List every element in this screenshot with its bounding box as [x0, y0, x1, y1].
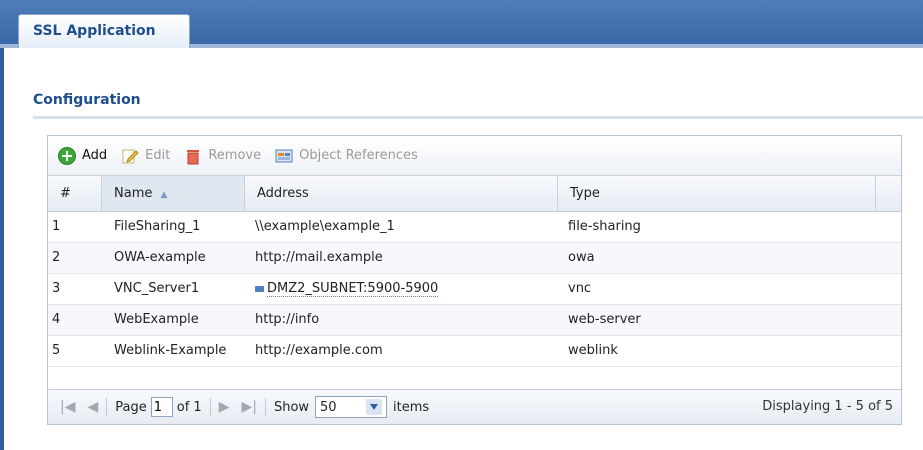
add-icon — [58, 146, 76, 165]
row-type: file-sharing — [568, 219, 641, 234]
row-name: VNC_Server1 — [114, 281, 200, 296]
row-address: http://info — [255, 312, 320, 327]
add-label: Add — [82, 148, 108, 163]
row-name: FileSharing_1 — [114, 219, 201, 234]
display-count: Displaying 1 - 5 of 5 — [762, 399, 893, 414]
pagination-bar: |◀ ◀ Page of 1 ▶ ▶| Show 50 items Displa… — [48, 389, 901, 424]
row-address: \\example\example_1 — [255, 219, 395, 234]
table-row[interactable]: 3 VNC_Server1 DMZ2_SUBNET:5900-5900 vnc — [48, 274, 901, 305]
address-object-icon — [255, 285, 264, 292]
row-type: vnc — [568, 281, 592, 296]
add-button[interactable]: Add — [58, 146, 108, 165]
last-page-icon[interactable]: ▶| — [241, 399, 256, 415]
row-address: http://example.com — [255, 343, 383, 358]
page-count-label: of 1 — [176, 399, 202, 415]
table-body: 1 FileSharing_1 \\example\example_1 file… — [48, 212, 901, 367]
ssl-application-panel: Add Edit Remove Object References # Name… — [47, 135, 902, 425]
tab-bar: SSL Application — [0, 0, 923, 48]
previous-page-icon[interactable]: ◀ — [87, 399, 98, 415]
edit-button[interactable]: Edit — [121, 147, 170, 165]
chevron-down-icon — [366, 399, 383, 415]
object-references-button[interactable]: Object References — [275, 147, 418, 165]
row-number: 2 — [52, 250, 61, 265]
tab-ssl-application[interactable]: SSL Application — [18, 14, 190, 48]
page-size-value: 50 — [320, 399, 337, 415]
items-label: items — [393, 399, 430, 415]
row-number: 5 — [52, 343, 61, 358]
row-address-reference[interactable]: DMZ2_SUBNET:5900-5900 — [255, 274, 439, 304]
column-header-number-label: # — [60, 186, 71, 201]
row-type: web-server — [568, 312, 641, 327]
column-header-type-label: Type — [570, 186, 600, 201]
edit-icon — [121, 147, 139, 165]
row-name: WebExample — [114, 312, 199, 327]
row-address: http://mail.example — [255, 250, 383, 265]
column-header-name[interactable]: Name ▲ — [102, 176, 245, 211]
column-header-address-label: Address — [257, 186, 309, 201]
table-row[interactable]: 1 FileSharing_1 \\example\example_1 file… — [48, 212, 901, 243]
row-name: Weblink-Example — [114, 343, 227, 358]
row-type: weblink — [568, 343, 618, 358]
pager-separator — [209, 398, 211, 416]
section-divider — [33, 116, 923, 119]
show-label: Show — [273, 399, 310, 415]
next-page-icon[interactable]: ▶ — [219, 399, 230, 415]
table-header: # Name ▲ Address Type — [48, 176, 901, 212]
table-row[interactable]: 2 OWA-example http://mail.example owa — [48, 243, 901, 274]
row-name: OWA-example — [114, 250, 206, 265]
table-row[interactable]: 5 Weblink-Example http://example.com web… — [48, 336, 901, 367]
edit-label: Edit — [145, 148, 171, 163]
pager-separator — [106, 398, 108, 416]
column-header-type[interactable]: Type — [558, 176, 876, 211]
column-header-name-label: Name — [114, 186, 153, 201]
pager-separator — [264, 398, 266, 416]
section-title: Configuration — [33, 92, 141, 108]
row-number: 1 — [52, 219, 61, 234]
table-row[interactable]: 4 WebExample http://info web-server — [48, 305, 901, 336]
object-references-icon — [275, 147, 293, 165]
trash-icon — [184, 147, 202, 165]
remove-button[interactable]: Remove — [184, 147, 261, 165]
toolbar: Add Edit Remove Object References — [48, 136, 901, 176]
sort-ascending-icon: ▲ — [160, 190, 168, 200]
row-type: owa — [568, 250, 595, 265]
page-size-select[interactable]: 50 — [315, 396, 388, 418]
row-number: 3 — [52, 281, 61, 296]
column-header-number[interactable]: # — [48, 176, 102, 211]
page-number-input[interactable] — [150, 397, 173, 417]
first-page-icon[interactable]: |◀ — [60, 399, 75, 415]
column-header-address[interactable]: Address — [245, 176, 558, 211]
remove-label: Remove — [208, 148, 262, 163]
row-number: 4 — [52, 312, 61, 327]
row-address: DMZ2_SUBNET:5900-5900 — [267, 281, 439, 297]
object-references-label: Object References — [299, 148, 418, 163]
page-label: Page — [115, 399, 147, 415]
